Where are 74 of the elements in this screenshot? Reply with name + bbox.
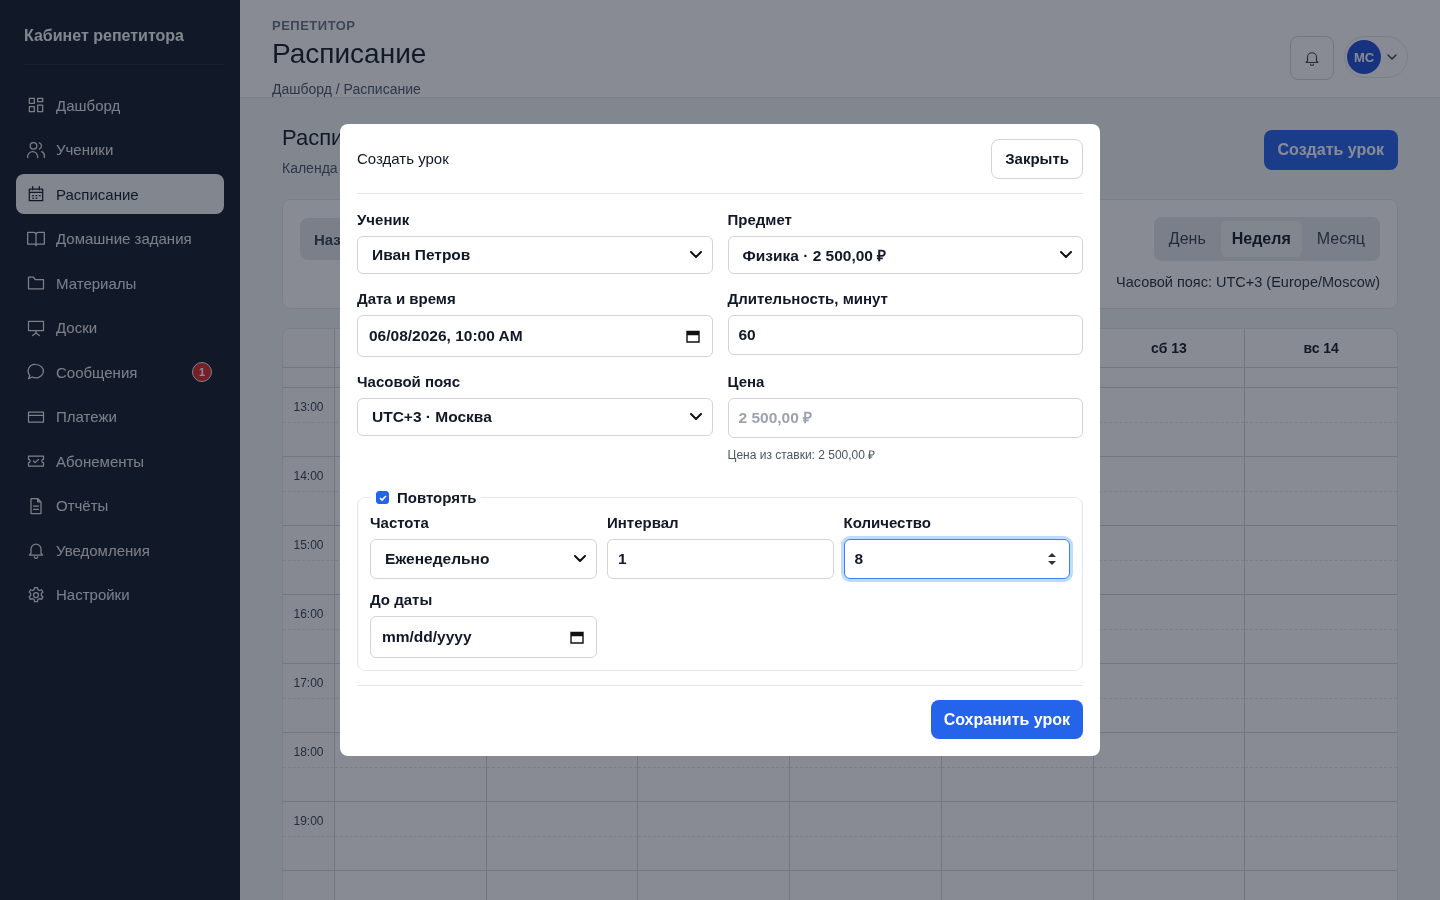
create-lesson-button[interactable]: Создать урок [1263,130,1398,170]
checkbox[interactable] [376,491,389,504]
field-label: Частота [370,514,430,531]
close-button[interactable]: Закрыть [991,138,1083,179]
chevron-icon [689,251,702,259]
calendar-icon [685,329,700,343]
breadcrumb: Дашборд / Расписание [272,81,422,97]
section-subtitle: Календа [282,160,339,176]
checkbox-label: Повторять [397,489,477,506]
date-field[interactable]: 06/08/2026, 10:00 AM [357,315,713,357]
sidebar-item[interactable]: Дашборд [16,85,224,125]
spinner-icon[interactable] [1048,552,1056,566]
input-field[interactable]: 60 [727,315,1083,355]
sidebar-item[interactable]: Абонементы [16,441,224,481]
sidebar-item[interactable]: Ученики [16,129,224,170]
time-label: 16:00 [283,595,335,664]
field-label: Часовой пояс [357,373,462,390]
calendar-icon [26,184,46,204]
time-label: 14:00 [283,457,335,526]
field-label: Количество [843,514,932,531]
app-title: Кабинет репетитора [23,26,185,46]
input-field[interactable]: 2 500,00 ₽ [727,398,1083,438]
view-tab[interactable]: День [1157,221,1217,257]
select-field[interactable]: Иван Петров [357,236,713,274]
avatar: МС [1347,40,1381,74]
sidebar-item[interactable]: Расписание [16,174,224,214]
select-field[interactable]: UTC+3 · Москва [357,398,713,436]
section-label: РЕПЕТИТОР [272,18,357,33]
page-title: Расписание [272,37,427,71]
field-label: Предмет [727,211,793,228]
time-label: 19:00 [283,802,335,871]
chat-bubble-icon [26,362,46,382]
view-tab[interactable]: Месяц [1305,221,1376,257]
input-field[interactable]: 8 [843,539,1070,579]
field-label: Ученик [357,211,411,228]
bell-icon [1303,49,1321,67]
timezone-text: Часовой пояс: UTC+3 (Europe/Moscow) [1115,274,1380,290]
user-menu-button[interactable]: МС [1344,36,1408,78]
sidebar-item[interactable]: Материалы [16,263,224,303]
chevron-icon [574,555,586,563]
chevron-icon [1387,54,1397,60]
chevron-icon [689,413,702,421]
field-label: Интервал [607,514,680,531]
view-tab[interactable]: Неделя [1220,221,1302,257]
select-field[interactable]: Физика · 2 500,00 ₽ [727,236,1083,274]
field-hint: Цена из ставки: 2 500,00 ₽ [727,447,877,463]
select-field[interactable]: Еженедельно [370,539,597,579]
sidebar-item[interactable]: Доски [16,307,224,348]
field-label: Цена [727,373,766,390]
field-label: Дата и время [357,290,457,307]
sidebar-item[interactable]: Платежи [16,396,224,437]
chevron-icon [1060,251,1072,259]
sidebar-item[interactable]: Домашние задания [16,218,224,259]
time-label: 15:00 [283,526,335,595]
sidebar-item[interactable]: Уведомления [16,530,224,570]
sidebar-item[interactable]: Настройки [16,574,224,615]
sidebar-item[interactable]: Сообщения 1 [16,352,224,392]
settings-icon [26,584,46,605]
sidebar-item[interactable]: Отчёты [16,485,224,526]
grid-icon [26,95,46,115]
input-field[interactable]: 1 [607,539,834,579]
save-lesson-button[interactable]: Сохранить урок [930,700,1083,739]
day-header: вс 14 [1245,329,1397,368]
field-label: До даты [370,591,434,608]
time-label: 18:00 [283,733,335,802]
time-label: 17:00 [283,664,335,733]
dialog-title: Создать урок [357,150,449,167]
unread-badge: 1 [192,362,212,382]
field-label: Длительность, минут [727,290,889,307]
time-label: 13:00 [283,388,335,457]
calendar-icon [570,630,584,644]
date-field[interactable]: mm/dd/yyyy [370,616,597,658]
users-icon [26,139,46,160]
notifications-button[interactable] [1290,36,1334,80]
